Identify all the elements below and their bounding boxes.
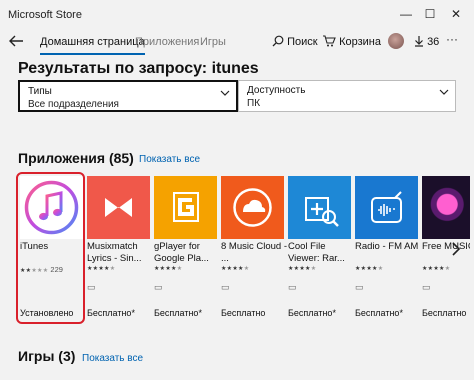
games-show-all-link[interactable]: Показать все bbox=[82, 353, 143, 364]
tab-home[interactable]: Домашняя страница bbox=[40, 36, 145, 55]
search-results-heading: Результаты по запросу: itunes bbox=[18, 60, 259, 77]
app-tile-radio[interactable]: Radio - FM AM ★★★★★ ▭ Бесплатно* bbox=[355, 176, 418, 326]
radio-app-icon bbox=[355, 176, 418, 239]
coolfile-app-icon bbox=[288, 176, 351, 239]
filter-types-label: Типы bbox=[28, 86, 52, 97]
musixmatch-app-icon bbox=[87, 176, 150, 239]
app-name: 8 Music Cloud - ... bbox=[221, 241, 287, 264]
app-name: Musixmatch Lyrics - Sin... bbox=[87, 241, 142, 264]
chevron-down-icon bbox=[439, 89, 449, 95]
chevron-down-icon bbox=[220, 90, 230, 96]
chevron-right-icon bbox=[452, 242, 461, 256]
filter-availability-dropdown[interactable]: Доступность ПК bbox=[238, 80, 456, 112]
freemusic-app-icon bbox=[422, 176, 470, 239]
filter-availability-value: ПК bbox=[247, 98, 261, 109]
rating-stars: ★★★★★ bbox=[154, 266, 183, 272]
scroll-right-button[interactable] bbox=[451, 240, 461, 258]
rating-stars: ★★★★★ bbox=[422, 266, 451, 272]
tab-games[interactable]: Игры bbox=[200, 36, 226, 48]
search-button[interactable]: Поиск bbox=[272, 35, 318, 48]
apps-section-title: Приложения (85) bbox=[18, 150, 134, 166]
cart-icon bbox=[323, 35, 336, 47]
app-name: Cool File Viewer: Rar... bbox=[288, 241, 345, 264]
gplayer-app-icon bbox=[154, 176, 217, 239]
selection-highlight bbox=[16, 172, 85, 324]
app-tile-musixmatch[interactable]: Musixmatch Lyrics - Sin... ★★★★★ ▭ Беспл… bbox=[87, 176, 150, 326]
app-tile-freemusic[interactable]: Free MUSIC ★★★★★ ▭ Бесплатно bbox=[422, 176, 470, 326]
nav-bar: Домашняя страница Приложения Игры Поиск … bbox=[0, 30, 474, 56]
games-section-title: Игры (3) bbox=[18, 348, 76, 364]
cart-label: Корзина bbox=[339, 36, 381, 48]
pc-icon: ▭ bbox=[355, 282, 364, 292]
rating-stars: ★★★★★ bbox=[355, 266, 384, 272]
filter-types-dropdown[interactable]: Типы Все подразделения bbox=[18, 80, 238, 112]
app-tile-coolfile[interactable]: Cool File Viewer: Rar... ★★★★★ ▭ Бесплат… bbox=[288, 176, 351, 326]
app-price: Бесплатно* bbox=[87, 308, 135, 318]
app-price: Бесплатно bbox=[422, 308, 467, 318]
window-title: Microsoft Store bbox=[8, 9, 82, 21]
pc-icon: ▭ bbox=[422, 282, 431, 292]
close-button[interactable]: ✕ bbox=[443, 4, 469, 24]
downloads-count: 36 bbox=[427, 36, 440, 48]
app-price: Бесплатно bbox=[221, 308, 266, 318]
back-arrow-icon bbox=[9, 35, 23, 47]
downloads-button[interactable]: 36 bbox=[414, 35, 439, 48]
8music-app-icon bbox=[221, 176, 284, 239]
title-bar: Microsoft Store — ☐ ✕ bbox=[0, 0, 474, 30]
pc-icon: ▭ bbox=[221, 282, 230, 292]
pc-icon: ▭ bbox=[154, 282, 163, 292]
search-icon bbox=[272, 35, 284, 47]
app-name: gPlayer for Google Pla... bbox=[154, 241, 209, 264]
app-price: Бесплатно* bbox=[288, 308, 336, 318]
rating-stars: ★★★★★ bbox=[221, 266, 250, 272]
search-label: Поиск bbox=[287, 36, 318, 48]
rating-stars: ★★★★★ bbox=[288, 266, 317, 272]
more-button[interactable]: ··· bbox=[446, 32, 458, 46]
app-name: Free MUSIC bbox=[422, 241, 470, 252]
back-button[interactable] bbox=[8, 34, 24, 51]
pc-icon: ▭ bbox=[288, 282, 297, 292]
app-price: Бесплатно* bbox=[154, 308, 202, 318]
download-icon bbox=[415, 36, 423, 47]
pc-icon: ▭ bbox=[87, 282, 96, 292]
minimize-button[interactable]: — bbox=[393, 4, 419, 24]
filter-availability-label: Доступность bbox=[247, 85, 306, 96]
app-price: Бесплатно* bbox=[355, 308, 403, 318]
apps-show-all-link[interactable]: Показать все bbox=[139, 154, 200, 165]
app-tile-gplayer[interactable]: gPlayer for Google Pla... ★★★★★ ▭ Беспла… bbox=[154, 176, 217, 326]
rating-stars: ★★★★★ bbox=[87, 266, 116, 272]
filter-types-value: Все подразделения bbox=[28, 99, 119, 110]
app-name: Radio - FM AM bbox=[355, 241, 419, 252]
maximize-button[interactable]: ☐ bbox=[417, 4, 443, 24]
tab-apps[interactable]: Приложения bbox=[135, 36, 199, 48]
app-tile-8music[interactable]: 8 Music Cloud - ... ★★★★★ ▭ Бесплатно bbox=[221, 176, 287, 326]
avatar[interactable] bbox=[388, 33, 404, 49]
cart-button[interactable]: Корзина bbox=[322, 35, 381, 48]
